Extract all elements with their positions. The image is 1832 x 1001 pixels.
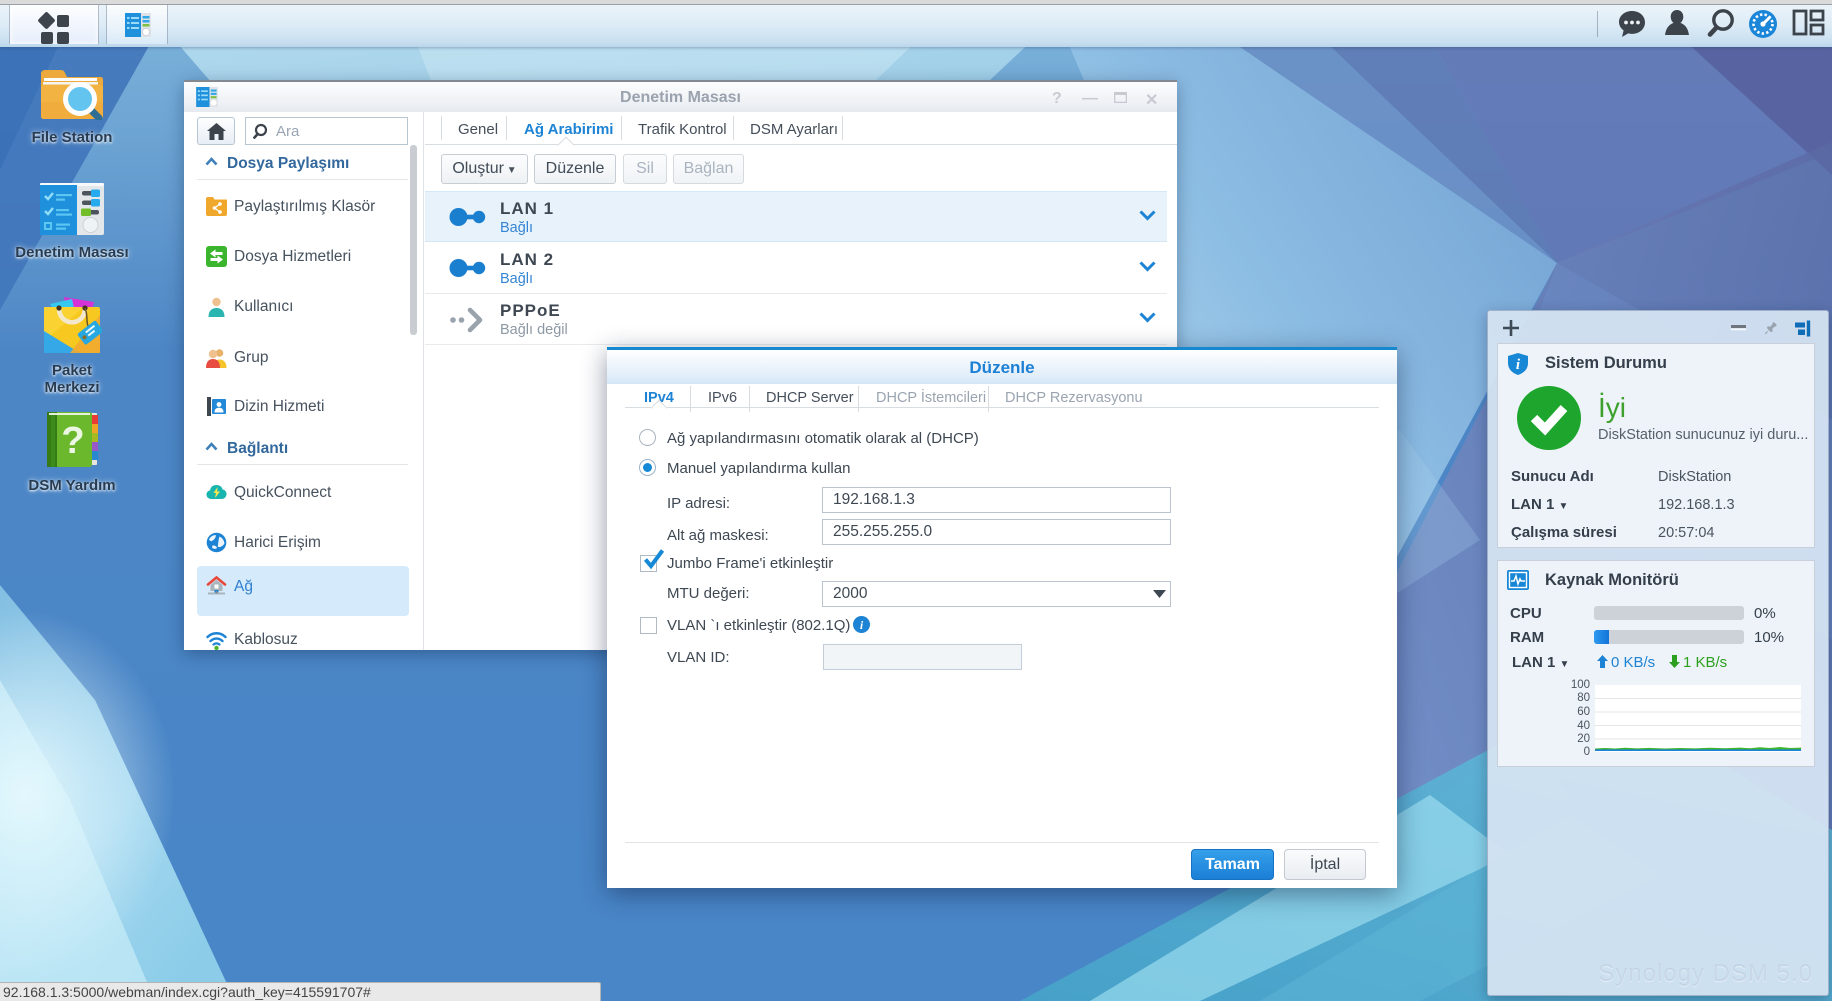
svg-text:?: ?: [61, 420, 84, 462]
